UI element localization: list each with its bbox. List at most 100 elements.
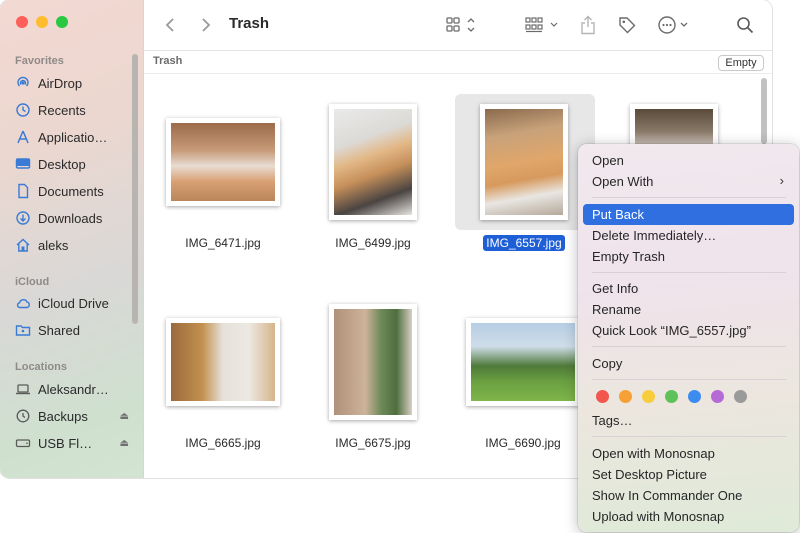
sidebar-item-recents[interactable]: Recents	[15, 99, 133, 121]
forward-button[interactable]	[196, 13, 216, 37]
sidebar-item-label: Desktop	[38, 156, 86, 172]
sidebar-item-home[interactable]: aleks	[15, 234, 133, 256]
shared-folder-icon	[15, 322, 31, 338]
menu-item-rename[interactable]: Rename	[583, 299, 794, 320]
window-title: Trash	[229, 15, 270, 32]
file-thumbnail[interactable]	[329, 104, 417, 220]
zoom-window-button[interactable]	[56, 16, 68, 28]
tag-color-gray[interactable]	[734, 390, 747, 403]
eject-icon[interactable]: ⏏	[120, 411, 129, 422]
applications-icon	[15, 129, 31, 145]
sidebar-item-computer[interactable]: Aleksandr…	[15, 378, 133, 400]
sidebar-item-downloads[interactable]: Downloads	[15, 207, 133, 229]
park-photo-image	[471, 323, 575, 401]
sidebar-item-shared[interactable]: Shared	[15, 319, 133, 341]
tag-color-purple[interactable]	[711, 390, 724, 403]
sidebar-scrollbar[interactable]	[132, 54, 138, 324]
sidebar-item-icloud-drive[interactable]: iCloud Drive	[15, 292, 133, 314]
document-icon	[15, 183, 31, 199]
clock-icon	[15, 102, 31, 118]
menu-item-open-with-monosnap[interactable]: Open with Monosnap	[583, 443, 794, 464]
menu-item-open-with[interactable]: Open With ›	[583, 171, 794, 192]
file-name[interactable]: IMG_6471.jpg	[153, 236, 293, 250]
empty-trash-button[interactable]: Empty	[718, 55, 764, 71]
sidebar-item-label: Applicatio…	[38, 129, 108, 145]
sidebar-item-label: aleks	[38, 237, 69, 253]
file-thumbnail[interactable]	[166, 118, 280, 206]
menu-item-get-info[interactable]: Get Info	[583, 278, 794, 299]
path-bar: Trash Empty	[144, 51, 772, 74]
sidebar: Favorites AirDrop Recents Applicatio… De…	[0, 0, 144, 478]
group-button[interactable]	[524, 13, 562, 37]
menu-item-delete-immediately[interactable]: Delete Immediately…	[583, 225, 794, 246]
sidebar-section-icloud: iCloud	[15, 276, 50, 288]
menu-item-show-in-commander-one[interactable]: Show In Commander One	[583, 485, 794, 506]
menu-item-put-back[interactable]: Put Back	[583, 204, 794, 225]
tags-button[interactable]	[616, 13, 638, 37]
menu-separator	[592, 436, 786, 437]
airdrop-icon	[15, 75, 31, 91]
eject-icon[interactable]: ⏏	[120, 438, 129, 449]
file-name[interactable]: IMG_6675.jpg	[303, 436, 443, 450]
sidebar-item-desktop[interactable]: Desktop	[15, 153, 133, 175]
file-thumbnail[interactable]	[480, 104, 568, 220]
file-name[interactable]: IMG_6665.jpg	[153, 436, 293, 450]
menu-item-empty-trash[interactable]: Empty Trash	[583, 246, 794, 267]
menu-item-upload-with-monosnap[interactable]: Upload with Monosnap	[583, 506, 794, 527]
tag-icon	[619, 17, 636, 34]
tag-color-red[interactable]	[596, 390, 609, 403]
chevron-left-icon	[165, 18, 174, 32]
menu-separator	[592, 272, 786, 273]
content-scrollbar[interactable]	[761, 78, 767, 144]
sidebar-item-label: Documents	[38, 183, 104, 199]
sidebar-item-documents[interactable]: Documents	[15, 180, 133, 202]
ellipsis-circle-icon	[658, 16, 688, 34]
minimize-window-button[interactable]	[36, 16, 48, 28]
sidebar-item-usb[interactable]: USB Fl… ⏏	[15, 432, 133, 454]
cat-photo-image	[485, 109, 563, 215]
file-thumbnail[interactable]	[466, 318, 580, 406]
file-thumbnail[interactable]	[166, 318, 280, 406]
menu-item-tags[interactable]: Tags…	[583, 410, 794, 431]
context-menu: Open Open With › Put Back Delete Immediat…	[578, 144, 799, 532]
cat-photo-image	[635, 109, 713, 147]
menu-item-set-desktop-picture[interactable]: Set Desktop Picture	[583, 464, 794, 485]
file-name-selected[interactable]: IMG_6557.jpg	[454, 235, 594, 251]
icon-view-button[interactable]	[444, 13, 480, 37]
sidebar-item-label: Backups	[38, 408, 88, 424]
sidebar-item-applications[interactable]: Applicatio…	[15, 126, 133, 148]
cat-photo-image	[334, 309, 412, 415]
time-machine-icon	[15, 408, 31, 424]
tag-color-yellow[interactable]	[642, 390, 655, 403]
download-icon	[15, 210, 31, 226]
menu-item-quick-look[interactable]: Quick Look “IMG_6557.jpg”	[583, 320, 794, 341]
search-button[interactable]	[734, 13, 756, 37]
share-button[interactable]	[578, 13, 598, 37]
tag-color-orange[interactable]	[619, 390, 632, 403]
chevron-right-icon	[202, 18, 211, 32]
menu-separator	[592, 379, 786, 380]
sidebar-item-airdrop[interactable]: AirDrop	[15, 72, 133, 94]
tag-color-green[interactable]	[665, 390, 678, 403]
file-name[interactable]: IMG_6499.jpg	[303, 236, 443, 250]
file-thumbnail[interactable]	[329, 304, 417, 420]
menu-item-open[interactable]: Open	[583, 150, 794, 171]
file-name[interactable]: IMG_6690.jpg	[453, 436, 593, 450]
cat-photo-image	[171, 123, 275, 201]
tag-color-blue[interactable]	[688, 390, 701, 403]
desktop-icon	[15, 156, 31, 172]
sidebar-item-label: Downloads	[38, 210, 103, 226]
group-grid-icon	[525, 17, 558, 33]
search-icon	[737, 17, 754, 34]
drive-icon	[15, 435, 31, 451]
cloud-icon	[15, 295, 31, 311]
sidebar-section-locations: Locations	[15, 361, 67, 373]
path-label: Trash	[153, 55, 183, 67]
sidebar-item-label: Recents	[38, 102, 86, 118]
menu-item-copy[interactable]: Copy	[583, 353, 794, 374]
sidebar-item-backups[interactable]: Backups ⏏	[15, 405, 133, 427]
action-button[interactable]	[656, 13, 694, 37]
close-window-button[interactable]	[16, 16, 28, 28]
sidebar-item-label: Aleksandr…	[38, 381, 109, 397]
back-button[interactable]	[160, 13, 180, 37]
